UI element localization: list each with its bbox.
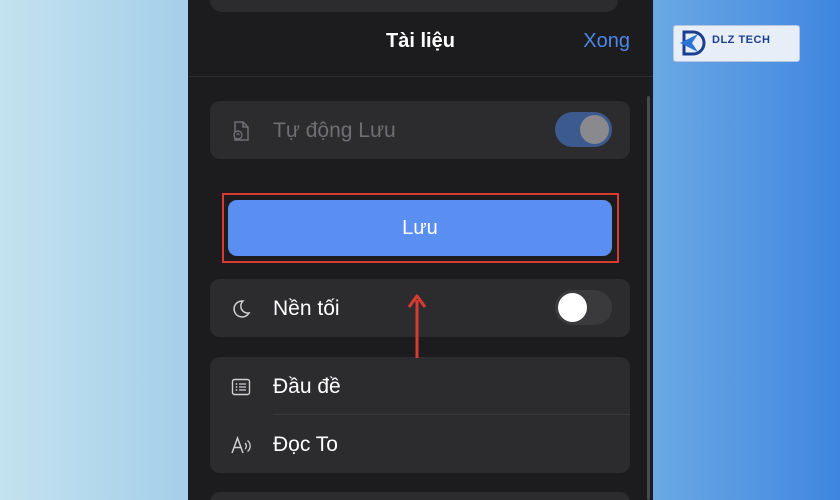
autosave-label: Tự động Lưu	[273, 119, 396, 142]
list-item-headings[interactable]: Đầu đề	[210, 357, 630, 415]
list-item-label: Đọc To	[273, 433, 338, 456]
sheet-header: Tài liệu Xong	[188, 0, 653, 76]
phone-screen: Tài liệu Xong Tự động Lưu Lưu Nền tối Đầ…	[188, 0, 653, 500]
autosave-document-icon	[230, 120, 252, 142]
dark-mode-toggle[interactable]	[555, 290, 612, 325]
save-button[interactable]: Lưu	[228, 200, 612, 256]
list-icon	[230, 376, 252, 398]
logo-mark-icon	[680, 30, 706, 56]
autosave-toggle[interactable]	[555, 112, 612, 147]
options-group: Đầu đề Đọc To	[210, 357, 630, 473]
toggle-knob	[580, 115, 609, 144]
red-arrow-annotation	[407, 294, 427, 358]
done-button[interactable]: Xong	[583, 30, 630, 53]
toggle-knob	[558, 293, 587, 322]
autosave-row: Tự động Lưu	[210, 101, 630, 159]
logo-text: DLZ TECH	[712, 34, 771, 46]
dlz-tech-logo: DLZ TECH	[673, 25, 800, 62]
list-item-read-aloud[interactable]: Đọc To	[210, 415, 630, 473]
autosave-group: Tự động Lưu	[210, 101, 630, 159]
moon-icon	[230, 298, 252, 320]
scrollbar[interactable]	[647, 96, 650, 500]
dark-mode-label: Nền tối	[273, 297, 340, 320]
next-group	[210, 492, 630, 500]
list-item-label: Đầu đề	[273, 375, 341, 398]
read-aloud-icon	[230, 434, 252, 456]
header-divider	[188, 76, 653, 77]
